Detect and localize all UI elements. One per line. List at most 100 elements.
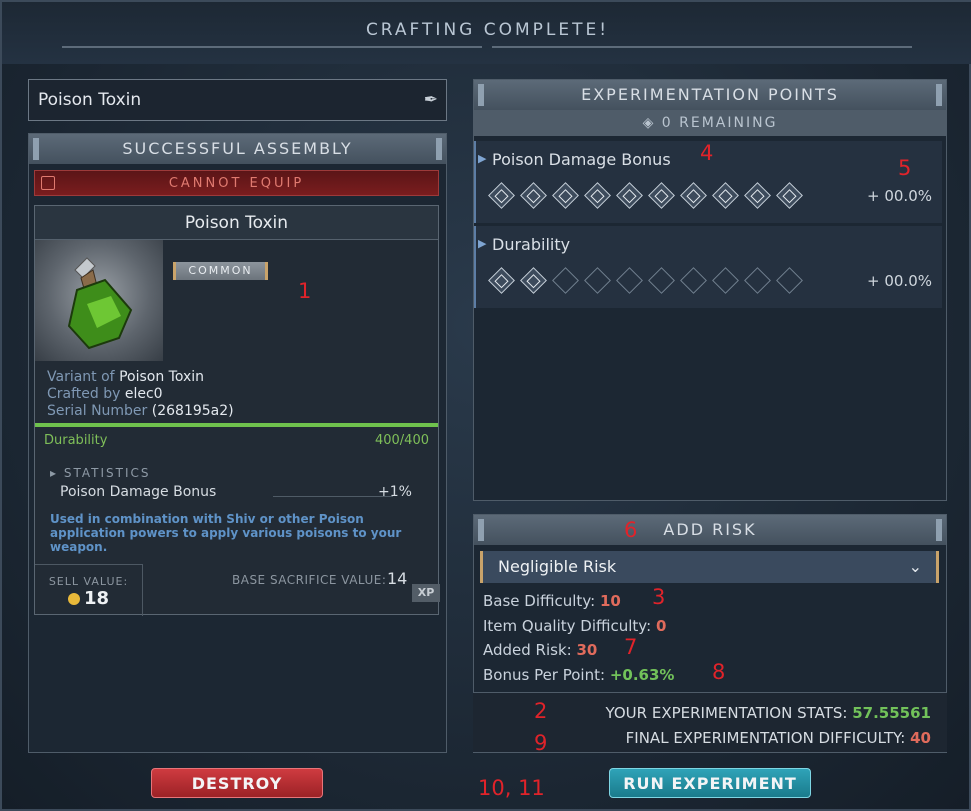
- point-slot[interactable]: [552, 267, 579, 294]
- poison-bottle-icon: [67, 257, 133, 350]
- remaining-icon: ◈: [642, 115, 656, 131]
- annotation-1: 1: [298, 279, 312, 303]
- title-bar: CRAFTING COMPLETE!: [2, 2, 971, 64]
- item-card: Poison Toxin COMMON Variant of Poison To…: [34, 205, 440, 616]
- final-value: 40: [910, 729, 931, 747]
- base-difficulty-label: Base Difficulty:: [483, 592, 596, 610]
- stat-row: Poison Damage Bonus +1%: [60, 484, 420, 500]
- sell-label: SELL VALUE:: [48, 575, 129, 588]
- run-experiment-button[interactable]: RUN EXPERIMENT: [609, 768, 811, 798]
- sell-value-box: SELL VALUE: 18: [35, 564, 143, 616]
- sell-amount: 18: [83, 588, 110, 609]
- durability-value: 400/400: [374, 433, 429, 448]
- point-slot[interactable]: [488, 182, 515, 209]
- chevron-down-icon: ⌄: [908, 557, 922, 576]
- final-difficulty: FINAL EXPERIMENTATION DIFFICULTY: 40: [626, 729, 931, 747]
- point-slot[interactable]: [552, 182, 579, 209]
- bonus-row: Bonus Per Point: +0.63%: [483, 666, 674, 684]
- sacrifice-value: 14: [387, 569, 408, 588]
- property-value: + 00.0%: [867, 187, 932, 205]
- point-slot[interactable]: [776, 267, 803, 294]
- stat-divider: [273, 496, 393, 497]
- statistics-label: STATISTICS: [63, 466, 151, 480]
- point-slot[interactable]: [648, 267, 675, 294]
- title-ornament-right: [492, 46, 912, 48]
- point-slot[interactable]: [520, 182, 547, 209]
- annotation-8: 8: [712, 660, 726, 684]
- point-slot[interactable]: [520, 267, 547, 294]
- variant-label: Variant of: [47, 369, 115, 385]
- crafted-label: Crafted by: [47, 386, 121, 402]
- annotation-9: 9: [534, 731, 548, 755]
- durability-bar: [35, 423, 438, 427]
- remaining-points: ◈ 0 REMAINING: [474, 110, 946, 136]
- final-label: FINAL EXPERIMENTATION DIFFICULTY:: [625, 729, 906, 747]
- crafted-value: elec0: [124, 386, 163, 402]
- item-info: Variant of Poison Toxin Crafted by elec0…: [47, 369, 234, 420]
- variant-value: Poison Toxin: [119, 369, 204, 385]
- added-risk-row: Added Risk: 30: [483, 641, 597, 659]
- item-name-value: Poison Toxin: [38, 90, 142, 110]
- risk-dropdown[interactable]: Negligible Risk ⌄: [480, 551, 939, 583]
- stat-name: Poison Damage Bonus: [60, 484, 217, 500]
- point-slot[interactable]: [584, 182, 611, 209]
- annotation-3: 3: [652, 585, 666, 609]
- item-quality-label: Item Quality Difficulty:: [483, 617, 652, 635]
- point-slot[interactable]: [712, 267, 739, 294]
- annotation-10-11: 10, 11: [478, 776, 545, 800]
- crafting-window: CRAFTING COMPLETE! Poison Toxin ✒ SUCCES…: [0, 0, 971, 811]
- quill-rename-icon[interactable]: ✒: [424, 90, 438, 110]
- point-slot[interactable]: [776, 182, 803, 209]
- point-slot[interactable]: [744, 182, 771, 209]
- point-slot[interactable]: [488, 267, 515, 294]
- window-title: CRAFTING COMPLETE!: [365, 20, 610, 40]
- added-risk-label: Added Risk:: [483, 641, 572, 659]
- stats-label: YOUR EXPERIMENTATION STATS:: [605, 704, 848, 722]
- property-row-durability[interactable]: ▶ Durability + 00.0%: [474, 226, 942, 308]
- point-slot[interactable]: [648, 182, 675, 209]
- stat-value: +1%: [378, 484, 412, 500]
- property-value: + 00.0%: [867, 272, 932, 290]
- annotation-5: 5: [898, 156, 912, 180]
- rarity-badge: COMMON: [173, 262, 268, 280]
- sacrifice-label: BASE SACRIFICE VALUE:: [232, 573, 387, 587]
- point-slot[interactable]: [680, 182, 707, 209]
- point-slot[interactable]: [744, 267, 771, 294]
- point-slot[interactable]: [584, 267, 611, 294]
- destroy-button[interactable]: DESTROY: [151, 768, 323, 798]
- bonus-value: +0.63%: [609, 666, 675, 684]
- statistics-header[interactable]: ▸ STATISTICS: [50, 466, 151, 480]
- serial-label: Serial Number: [47, 403, 148, 419]
- expand-icon: ▶: [478, 152, 487, 165]
- base-difficulty-row: Base Difficulty: 10: [483, 592, 621, 610]
- bonus-label: Bonus Per Point:: [483, 666, 606, 684]
- cannot-equip-banner: CANNOT EQUIP: [34, 170, 439, 196]
- experimentation-stats: YOUR EXPERIMENTATION STATS: 57.55561: [606, 704, 931, 722]
- risk-header: ADD RISK: [474, 515, 946, 545]
- property-name: Poison Damage Bonus: [492, 150, 671, 169]
- durability-label: Durability: [44, 433, 108, 448]
- item-quality-row: Item Quality Difficulty: 0: [483, 617, 666, 635]
- cannot-equip-icon: [41, 176, 55, 190]
- expand-icon: ▶: [478, 237, 487, 250]
- point-slot[interactable]: [616, 267, 643, 294]
- point-slot[interactable]: [616, 182, 643, 209]
- title-ornament-left: [62, 46, 482, 48]
- cannot-equip-label: CANNOT EQUIP: [168, 176, 305, 191]
- item-name-field[interactable]: Poison Toxin ✒: [28, 79, 447, 121]
- annotation-2: 2: [534, 699, 548, 723]
- point-slot[interactable]: [712, 182, 739, 209]
- annotation-6: 6: [624, 518, 638, 542]
- experimentation-header: EXPERIMENTATION POINTS: [474, 80, 946, 110]
- annotation-7: 7: [624, 635, 638, 659]
- coin-icon: [67, 593, 80, 605]
- base-difficulty-value: 10: [599, 592, 621, 610]
- risk-selected: Negligible Risk: [498, 557, 617, 576]
- xp-badge: XP: [412, 584, 440, 602]
- remaining-label: 0 REMAINING: [661, 115, 778, 131]
- property-name: Durability: [492, 235, 571, 254]
- serial-value: (268195a2): [151, 403, 234, 419]
- point-slot[interactable]: [680, 267, 707, 294]
- added-risk-value: 30: [576, 641, 598, 659]
- annotation-4: 4: [700, 141, 714, 165]
